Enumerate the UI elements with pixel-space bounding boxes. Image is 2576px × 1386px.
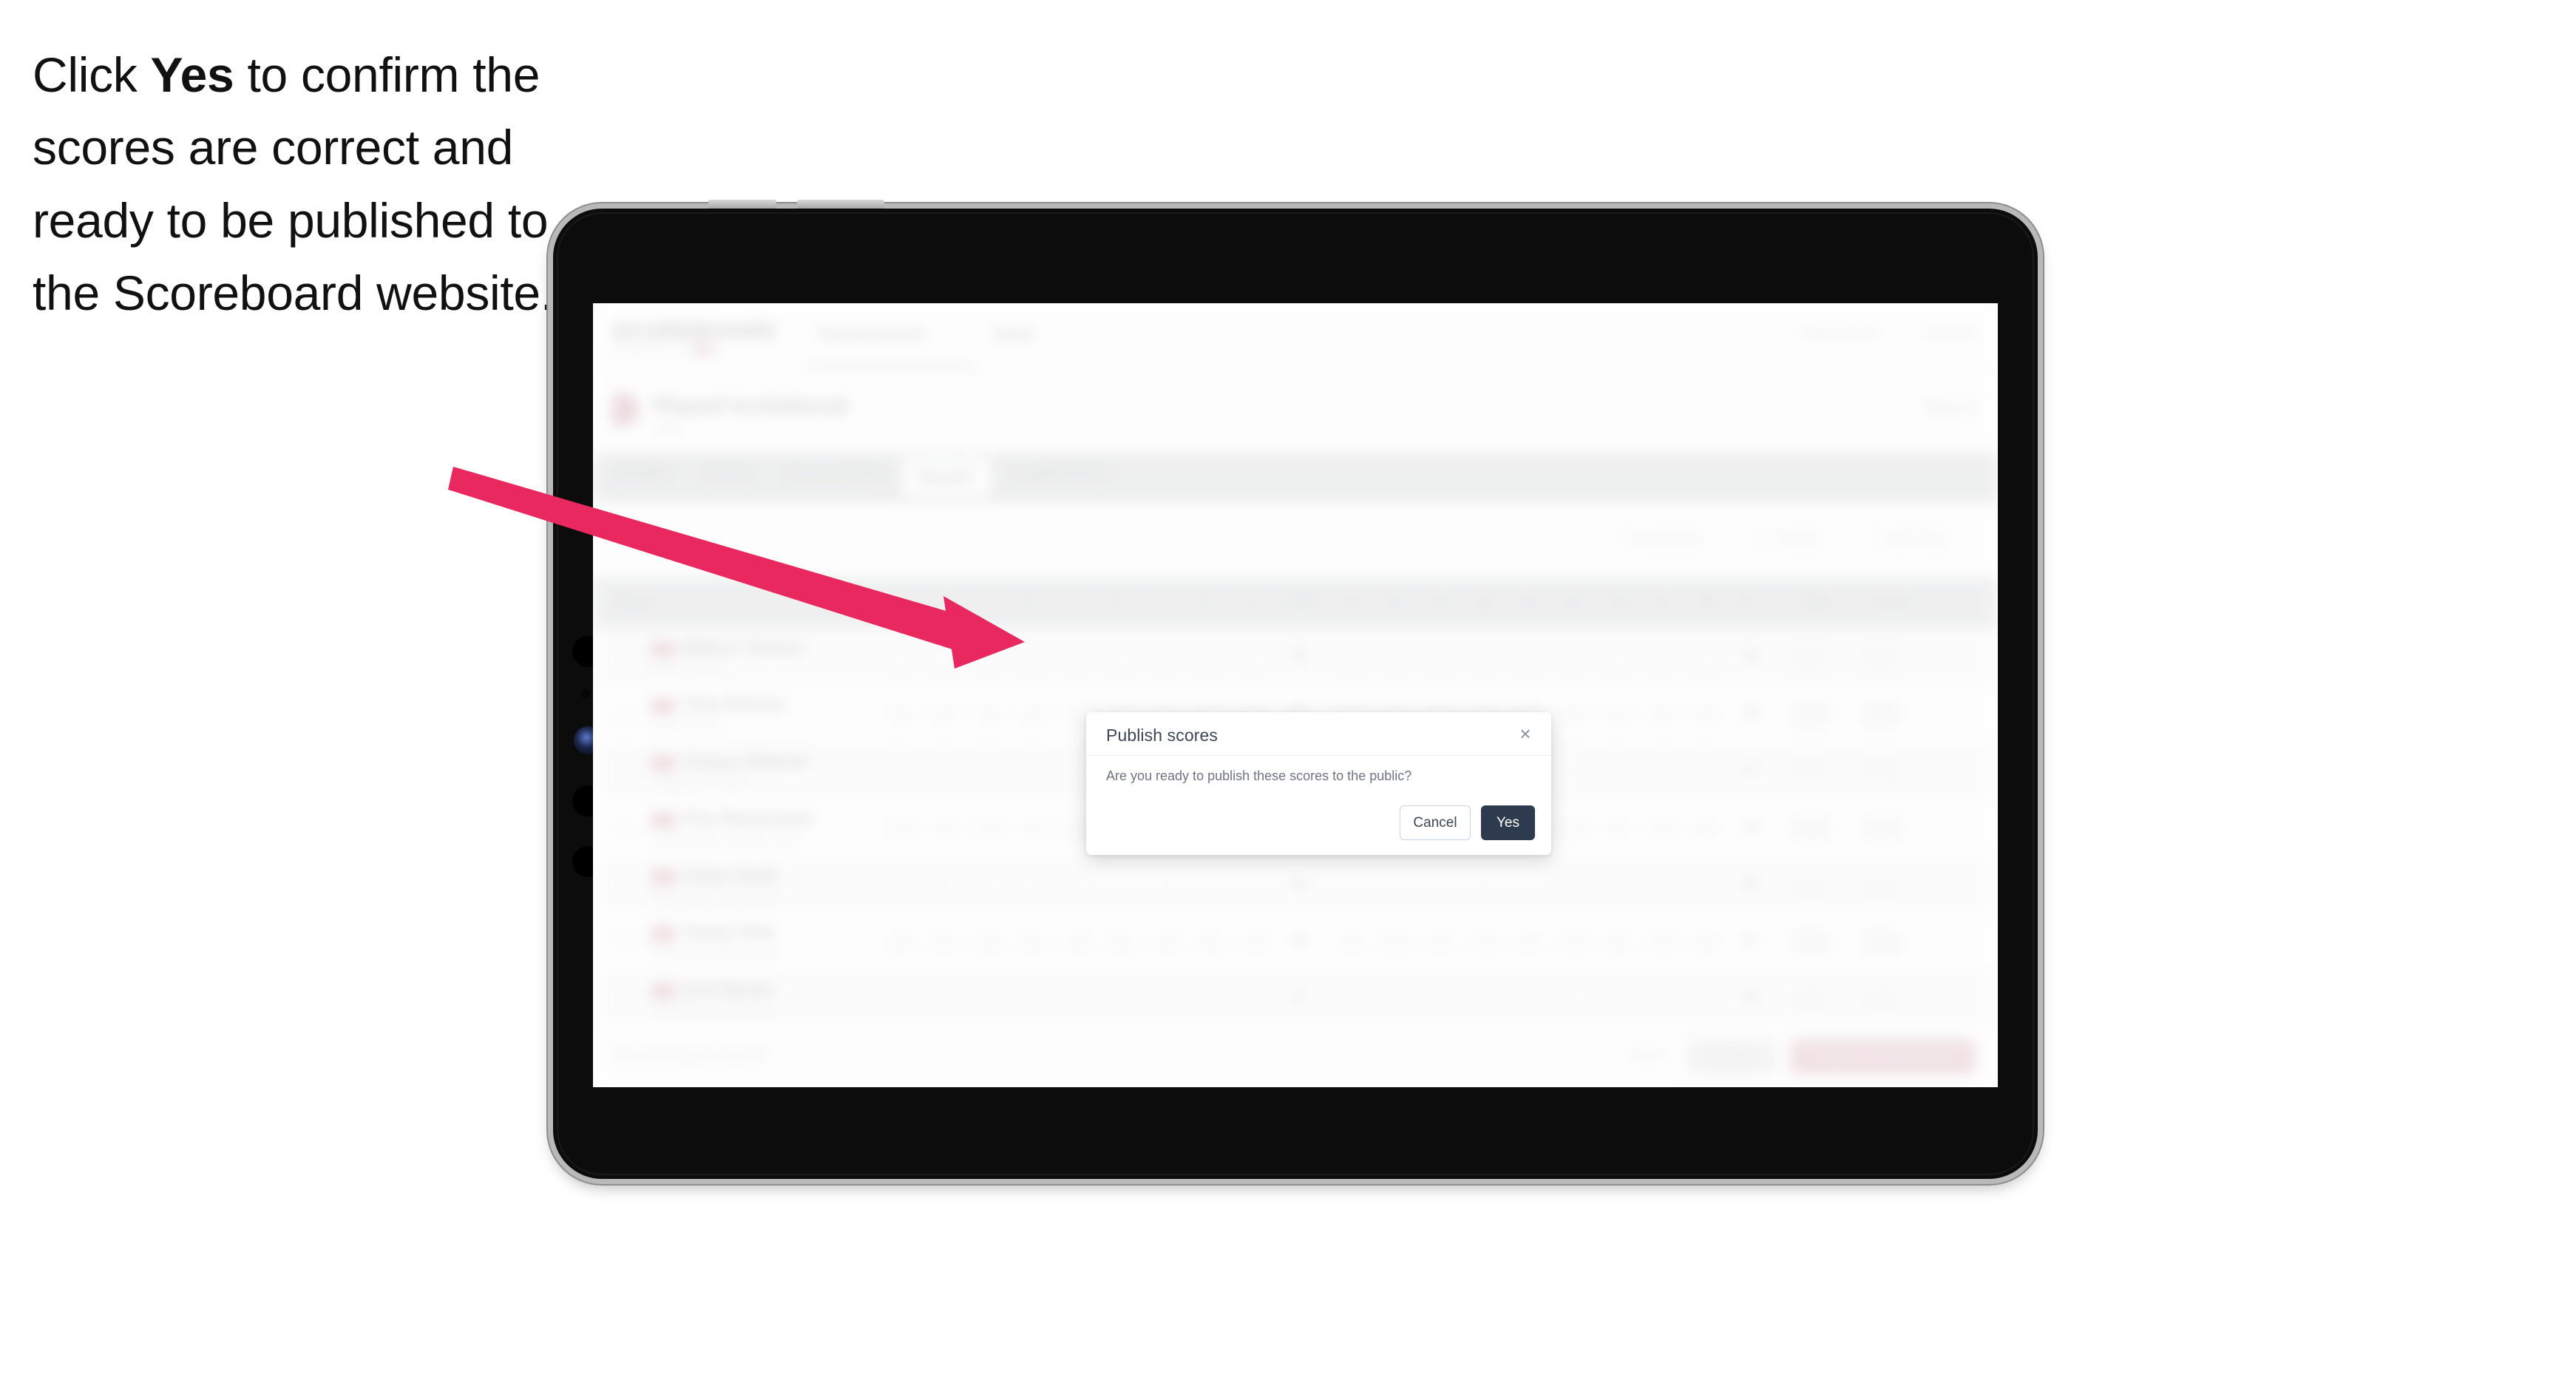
close-icon[interactable]: × xyxy=(1513,721,1538,746)
instruction-before: Click xyxy=(33,47,151,102)
tablet-device: SCOREBOARD POWERED BY Tournaments Stats … xyxy=(553,200,2038,1179)
instruction-text: Click Yes to confirm the scores are corr… xyxy=(33,38,594,329)
publish-scores-dialog: Publish scores × Are you ready to publis… xyxy=(1086,712,1551,855)
instruction-emphasis: Yes xyxy=(150,47,234,102)
cancel-button[interactable]: Cancel xyxy=(1400,805,1471,840)
dialog-header: Publish scores × xyxy=(1086,712,1551,756)
tablet-screen: SCOREBOARD POWERED BY Tournaments Stats … xyxy=(593,303,1998,1087)
dialog-message: Are you ready to publish these scores to… xyxy=(1106,768,1412,783)
dialog-actions: Cancel Yes xyxy=(1400,805,1535,840)
volume-button[interactable] xyxy=(797,200,884,209)
yes-button[interactable]: Yes xyxy=(1481,805,1535,840)
modal-scrim[interactable] xyxy=(593,303,1998,1087)
ambient-sensor-icon xyxy=(581,689,590,698)
power-button[interactable] xyxy=(708,200,776,209)
dialog-title: Publish scores xyxy=(1106,726,1218,745)
